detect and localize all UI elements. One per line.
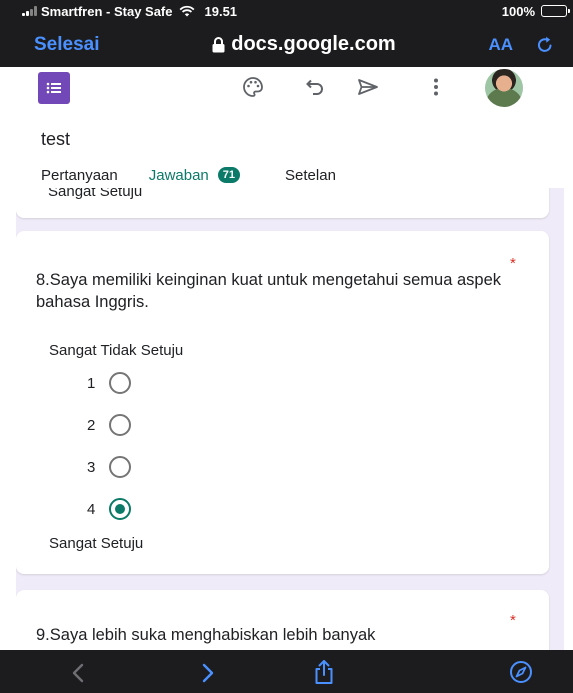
scale-high-label: Sangat Setuju (48, 188, 142, 200)
battery-percentage: 100% (502, 4, 535, 19)
scale-option-3[interactable]: 3 (87, 456, 131, 478)
form-title: test (41, 129, 70, 150)
signal-icon (22, 6, 37, 16)
scale-low-label: Sangat Tidak Setuju (49, 342, 183, 359)
question-text: 9.Saya lebih suka menghabiskan lebih ban… (36, 624, 516, 646)
tab-responses-label: Jawaban (149, 167, 209, 184)
responses-count-badge: 71 (218, 167, 240, 183)
tab-settings-label: Setelan (285, 167, 336, 184)
more-vert-icon[interactable] (424, 75, 448, 99)
forms-header: test Pertanyaan Jawaban 71 Setelan (16, 67, 564, 188)
compass-icon[interactable] (509, 660, 533, 684)
question-card-9: * 9.Saya lebih suka menghabiskan lebih b… (16, 590, 549, 650)
browser-bottom-toolbar (0, 650, 573, 693)
battery-icon (541, 5, 567, 17)
scale-high-label: Sangat Setuju (49, 535, 143, 552)
tab-responses[interactable]: Jawaban 71 (149, 162, 252, 188)
tab-questions[interactable]: Pertanyaan (41, 162, 118, 188)
radio-button[interactable] (109, 456, 131, 478)
avatar[interactable] (485, 69, 523, 107)
google-forms-logo[interactable] (38, 72, 70, 104)
status-time: 19.51 (205, 4, 238, 19)
url-field[interactable]: docs.google.com (120, 33, 489, 56)
share-icon[interactable] (312, 659, 336, 685)
scale-option-number: 4 (87, 501, 109, 518)
radio-button[interactable] (109, 414, 131, 436)
scale-option-number: 2 (87, 417, 109, 434)
send-icon[interactable] (356, 75, 380, 99)
status-bar: Smartfren - Stay Safe 19.51 100% (0, 0, 573, 22)
forward-icon[interactable] (196, 662, 218, 684)
undo-icon[interactable] (303, 75, 327, 99)
tab-settings[interactable]: Setelan (285, 162, 336, 188)
question-text: 8.Saya memiliki keinginan kuat untuk men… (36, 269, 516, 313)
scale-option-1[interactable]: 1 (87, 372, 131, 394)
form-tabs: Pertanyaan Jawaban 71 Setelan (41, 162, 336, 188)
scale-option-number: 3 (87, 459, 109, 476)
done-button[interactable]: Selesai (34, 34, 100, 56)
form-list-icon (45, 79, 63, 97)
form-content: Sangat Setuju * 8.Saya memiliki keingina… (16, 188, 564, 650)
back-icon[interactable] (68, 662, 90, 684)
carrier-name: Smartfren - Stay Safe (41, 4, 173, 19)
reload-icon[interactable] (535, 35, 555, 55)
palette-icon[interactable] (241, 75, 265, 99)
scale-option-number: 1 (87, 375, 109, 392)
radio-button-selected[interactable] (109, 498, 131, 520)
text-size-button[interactable]: AA (488, 35, 513, 55)
url-text: docs.google.com (231, 33, 395, 56)
question-card-previous: Sangat Setuju (16, 188, 549, 218)
tab-questions-label: Pertanyaan (41, 167, 118, 184)
lock-icon (212, 37, 225, 53)
scale-option-2[interactable]: 2 (87, 414, 131, 436)
browser-address-bar: Selesai docs.google.com AA (0, 22, 573, 67)
question-card-8: * 8.Saya memiliki keinginan kuat untuk m… (16, 231, 549, 574)
scale-option-4[interactable]: 4 (87, 498, 131, 520)
wifi-icon (179, 5, 195, 17)
radio-button[interactable] (109, 372, 131, 394)
